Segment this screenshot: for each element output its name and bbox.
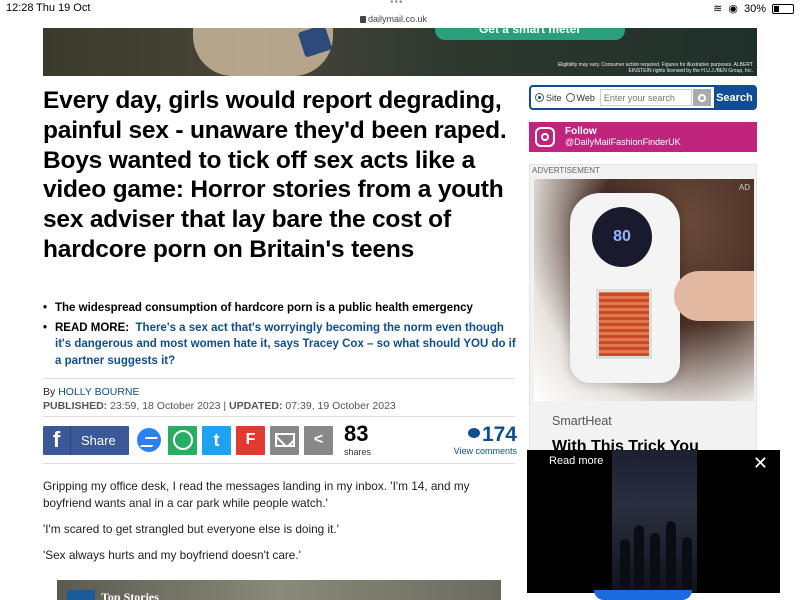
battery-fill [774, 5, 779, 12]
radio-selected-icon [535, 93, 544, 102]
instagram-icon [535, 127, 555, 147]
video-figure [666, 521, 676, 589]
article-bullets: The widespread consumption of hardcore p… [43, 300, 518, 372]
comment-bubble-icon [467, 428, 480, 438]
banner-cta-button[interactable]: Get a smart meter [435, 28, 625, 40]
site-option-label: Site [546, 92, 562, 103]
status-indicators: ≋ ◉ 30% [713, 2, 794, 15]
byline-prefix: By [43, 386, 56, 398]
email-share-button[interactable] [270, 425, 299, 455]
web-option-label: Web [576, 92, 595, 103]
article-body: Gripping my office desk, I read the mess… [43, 478, 513, 573]
flipboard-icon: F [245, 431, 256, 448]
banner-ad[interactable]: Get a smart meter Eligibility may vary. … [43, 28, 757, 76]
divider [43, 463, 515, 464]
view-comments-label: View comments [453, 446, 517, 456]
byline: By HOLLY BOURNE PUBLISHED: 23:59, 18 Oct… [43, 385, 396, 413]
share-count-number: 83 [344, 420, 369, 446]
article-paragraph: Gripping my office desk, I read the mess… [43, 479, 470, 510]
search-icon[interactable] [692, 89, 711, 106]
ad-brand: SmartHeat [552, 414, 612, 428]
orientation-lock-icon: ◉ [728, 3, 738, 15]
share-count: 83 shares [344, 420, 372, 458]
ad-badge: AD [738, 183, 750, 192]
facebook-share-label: Share [81, 432, 116, 448]
messenger-icon [136, 428, 161, 452]
instagram-handle: @DailyMailFashionFinderUK [565, 137, 681, 147]
messenger-share-button[interactable] [134, 425, 163, 455]
battery-icon [772, 3, 794, 14]
video-read-more[interactable]: Read more [549, 455, 603, 467]
instagram-follow-banner[interactable]: Follow @DailyMailFashionFinderUK [529, 122, 757, 152]
twitter-share-button[interactable]: t [202, 425, 231, 455]
top-stories-badge [67, 590, 95, 600]
battery-percent: 30% [743, 2, 766, 15]
radio-unselected-icon [565, 93, 575, 102]
share-icon: < [313, 431, 324, 448]
search-site-radio[interactable]: Site [535, 93, 562, 103]
search-button[interactable]: Search [713, 87, 755, 108]
heater-product-image: 80 [570, 193, 680, 383]
close-icon[interactable]: ✕ [753, 454, 768, 472]
facebook-share-button[interactable]: f Share [43, 425, 129, 455]
bullet-item: READ MORE: There's a sex act that's worr… [43, 320, 518, 370]
advertisement-label: ADVERTISEMENT [532, 166, 600, 175]
divider [43, 416, 515, 417]
video-frame[interactable] [612, 450, 697, 593]
top-stories-label: Top Stories [101, 590, 159, 600]
address-url: dailymail.co.uk [368, 14, 428, 24]
published-label: PUBLISHED: [43, 400, 108, 412]
lock-icon [360, 16, 366, 23]
video-figure [620, 539, 630, 589]
status-bar: 12:28 Thu 19 Oct ••• dailymail.co.uk ≋ ◉… [0, 0, 800, 28]
article-paragraph: 'Sex always hurts and my boyfriend doesn… [43, 548, 301, 562]
status-time: 12:28 [6, 2, 34, 14]
read-more-label: READ MORE: [55, 321, 130, 334]
twitter-icon: t [213, 429, 220, 450]
email-icon [274, 433, 295, 447]
flipboard-share-button[interactable]: F [236, 425, 265, 455]
published-date: 23:59, 18 October 2023 [110, 400, 221, 412]
article-paragraph: 'I'm scared to get strangled but everyon… [43, 522, 339, 536]
share-bar: f Share t F < 83 shares [43, 420, 372, 458]
share-count-label: shares [344, 446, 372, 457]
updated-label: UPDATED: [229, 400, 283, 412]
status-date: Thu 19 Oct [36, 2, 91, 14]
bullet-item: The widespread consumption of hardcore p… [43, 300, 518, 317]
banner-fine-print: Eligibility may vary. Consumer action re… [557, 62, 753, 74]
divider [43, 378, 515, 379]
article-headline: Every day, girls would report degrading,… [43, 87, 507, 263]
more-share-button[interactable]: < [304, 425, 333, 455]
search-box: Site Web Search [529, 85, 757, 110]
floating-video-player[interactable]: Read more ✕ [527, 450, 780, 593]
comments-link[interactable]: 174 View comments [447, 423, 517, 457]
video-figure [634, 525, 644, 589]
whatsapp-icon [172, 430, 193, 450]
video-figure [650, 533, 660, 589]
author-link[interactable]: HOLLY BOURNE [58, 386, 139, 398]
bullet-text: The widespread consumption of hardcore p… [55, 302, 473, 314]
ad-image[interactable]: AD 80 [534, 179, 754, 401]
updated-date: 07:39, 19 October 2023 [285, 400, 396, 412]
more-dots-icon[interactable]: ••• [390, 0, 404, 8]
date-separator: | [223, 400, 227, 412]
wifi-icon: ≋ [713, 3, 723, 15]
heater-display: 80 [592, 207, 652, 267]
top-stories-video[interactable]: Top Stories [57, 580, 501, 600]
search-web-radio[interactable]: Web [565, 92, 595, 103]
whatsapp-share-button[interactable] [168, 425, 197, 455]
floating-action-button[interactable] [594, 590, 692, 600]
comments-count: 174 [481, 423, 517, 446]
video-figure [682, 537, 692, 589]
heater-coil [596, 289, 652, 359]
instagram-follow-label: Follow [565, 126, 597, 137]
address-bar[interactable]: dailymail.co.uk [360, 14, 427, 24]
facebook-icon: f [43, 425, 71, 455]
search-input[interactable] [599, 89, 692, 106]
hand-image [674, 271, 754, 321]
